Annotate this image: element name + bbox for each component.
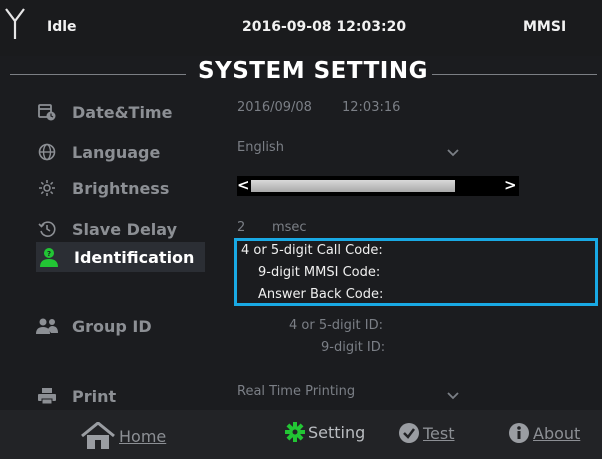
page-title: SYSTEM SETTING [198, 58, 428, 84]
language-select[interactable]: English [237, 140, 284, 155]
status-text: Idle [47, 19, 77, 35]
datetime-text: 2016-09-08 12:03:20 [242, 19, 407, 35]
nav-about-label: About [533, 423, 581, 443]
brightness-increase-button[interactable]: > [504, 176, 517, 194]
bottom-nav: Home Setting Test About [0, 410, 602, 459]
user-icon: ? [38, 247, 60, 267]
menu-item-language[interactable]: Language [36, 140, 160, 164]
mode-text: MMSI [523, 19, 567, 35]
nav-setting-label: Setting [308, 422, 366, 442]
menu-item-print[interactable]: Print [36, 384, 116, 408]
nav-test-button[interactable]: Test [398, 422, 455, 444]
menu-item-date-time[interactable]: Date&Time [36, 100, 172, 124]
history-icon [36, 219, 58, 239]
antenna-icon [4, 7, 26, 45]
menu-label-print: Print [72, 386, 117, 406]
nav-test-label: Test [423, 423, 455, 443]
group-id-label[interactable]: 4 or 5-digit ID: [289, 318, 383, 333]
menu-label-identification: Identification [74, 247, 195, 267]
slave-delay-value[interactable]: 2 [237, 220, 245, 235]
status-bar: Idle 2016-09-08 12:03:20 MMSI [0, 0, 602, 56]
info-icon [508, 422, 530, 444]
home-icon [80, 422, 116, 450]
svg-text:?: ? [47, 250, 51, 258]
printer-icon [36, 386, 58, 406]
call-code-label[interactable]: 4 or 5-digit Call Code: [241, 243, 383, 258]
menu-item-slave-delay[interactable]: Slave Delay [36, 217, 177, 241]
time-value[interactable]: 12:03:16 [342, 100, 400, 115]
menu-item-brightness[interactable]: Brightness [36, 176, 169, 200]
title-divider-left [10, 74, 186, 75]
menu-item-group-id[interactable]: Group ID [36, 314, 152, 338]
menu-label-slave-delay: Slave Delay [72, 219, 178, 239]
menu-label-language: Language [72, 142, 161, 162]
mmsi-code-label[interactable]: 9-digit MMSI Code: [258, 265, 380, 280]
globe-icon [36, 142, 58, 162]
group-9digit-id-label[interactable]: 9-digit ID: [321, 340, 385, 355]
calendar-clock-icon [36, 102, 58, 122]
title-divider-right [432, 74, 597, 75]
nav-setting-button[interactable]: Setting [285, 422, 365, 442]
nav-home-button[interactable]: Home [80, 422, 166, 450]
menu-label-date-time: Date&Time [72, 102, 173, 122]
identification-panel[interactable]: 4 or 5-digit Call Code: 9-digit MMSI Cod… [234, 238, 598, 306]
language-chevron-down-icon[interactable] [446, 143, 460, 162]
brightness-decrease-button[interactable]: < [237, 176, 250, 194]
gear-icon [285, 422, 305, 442]
check-circle-icon [398, 422, 420, 444]
slave-delay-unit: msec [272, 220, 307, 235]
menu-label-group-id: Group ID [72, 316, 152, 336]
print-mode-select[interactable]: Real Time Printing [237, 384, 355, 399]
sun-icon [36, 178, 58, 198]
menu-item-identification[interactable]: ? Identification [36, 242, 205, 272]
nav-about-button[interactable]: About [508, 422, 580, 444]
print-chevron-down-icon[interactable] [446, 386, 460, 405]
group-icon [36, 316, 58, 336]
menu-label-brightness: Brightness [72, 178, 170, 198]
title-row: SYSTEM SETTING [0, 58, 602, 90]
brightness-slider-fill [251, 180, 455, 192]
date-value[interactable]: 2016/09/08 [237, 100, 312, 115]
nav-home-label: Home [119, 426, 167, 446]
answer-back-code-label[interactable]: Answer Back Code: [258, 287, 383, 302]
brightness-slider[interactable]: < > [237, 176, 519, 196]
